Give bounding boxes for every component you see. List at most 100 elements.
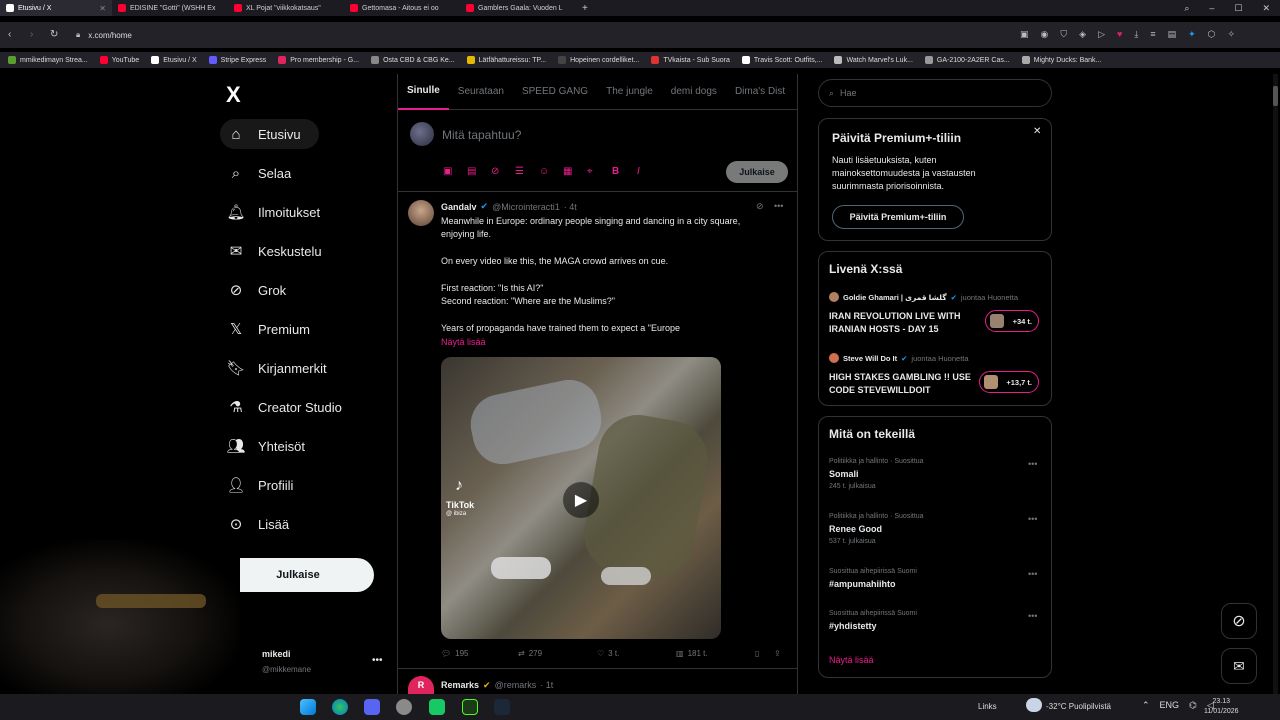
search-icon[interactable]: ⌕ (1184, 3, 1189, 14)
nav-creator-studio[interactable]: ⚗ Creator Studio (220, 392, 342, 422)
close-tab-icon[interactable]: ✕ (99, 4, 106, 13)
messages-drawer-icon[interactable]: ✉ (1221, 648, 1257, 684)
repost-button[interactable]: ⇄ 279 (518, 649, 542, 658)
gif-icon[interactable]: ▤ (467, 166, 476, 177)
avatar[interactable] (410, 122, 434, 146)
compose-input[interactable]: Mitä tapahtuu? (442, 128, 521, 142)
bookmark-item[interactable]: mmikedimayn Strea... (8, 56, 88, 64)
bookmark-item[interactable]: Watch Marvel's Luk... (834, 56, 913, 64)
play-icon[interactable]: ▷ (1098, 29, 1105, 40)
app-icon[interactable] (396, 699, 412, 715)
browser-tab[interactable]: Etusivu / X ✕ (0, 0, 112, 16)
nav-bookmarks[interactable]: 🔖︎ Kirjanmerkit (220, 353, 326, 383)
maximize-icon[interactable]: ☐ (1234, 3, 1242, 14)
extension-icon[interactable]: ◈ (1079, 29, 1086, 40)
extension-icon[interactable]: ▣ (1020, 29, 1029, 40)
browser-tab[interactable]: Gamblers Gaala: Vuoden L (460, 0, 576, 16)
wallet-icon[interactable]: ▤ (1168, 29, 1177, 40)
emoji-icon[interactable]: ☺ (539, 166, 549, 177)
tweet-handle[interactable]: @Microinteracti1 (492, 202, 560, 212)
italic-icon[interactable]: I (637, 166, 640, 177)
show-more-link[interactable]: Näytä lisää (829, 655, 874, 665)
nav-messages[interactable]: ✉ Keskustelu (220, 236, 322, 266)
scrollbar[interactable] (1273, 74, 1278, 694)
bookmark-button[interactable]: ▯ (755, 649, 759, 658)
more-icon[interactable]: ••• (1028, 459, 1037, 469)
nav-home[interactable]: ⌂ Etusivu (220, 119, 319, 149)
avatar[interactable] (408, 200, 434, 226)
bookmark-item[interactable]: Etusivu / X (151, 56, 197, 64)
grok-icon[interactable]: ⊘ (491, 166, 499, 177)
views-button[interactable]: ▥ 181 t. (676, 649, 708, 658)
bookmark-item[interactable]: Mighty Ducks: Bank... (1021, 56, 1101, 64)
minimize-icon[interactable]: – (1209, 3, 1214, 14)
location-icon[interactable]: ⌖ (587, 166, 593, 177)
like-button[interactable]: ♡ 3 t. (597, 649, 619, 658)
scrollbar-thumb[interactable] (1273, 86, 1278, 106)
tab-list[interactable]: The jungle (597, 74, 662, 110)
weather-text[interactable]: -32°C Puolipilvistä (1046, 702, 1111, 711)
tweet-author[interactable]: Remarks (441, 680, 479, 691)
image-icon[interactable]: ▣ (443, 166, 452, 177)
heart-icon[interactable]: ♥ (1117, 29, 1122, 40)
close-icon[interactable]: ✕ (1033, 126, 1041, 137)
live-host[interactable]: Goldie Ghamari | گلشا قمری ✔ juontaa Huo… (829, 292, 1018, 302)
bookmark-item[interactable]: Osta CBD & CBG Ke... (371, 56, 455, 64)
grok-icon[interactable]: ⊘ (1221, 603, 1257, 639)
tab-list[interactable]: demi dogs (662, 74, 726, 110)
more-icon[interactable]: ••• (1028, 514, 1037, 524)
tweet-video[interactable]: ▶ ♪ TikTok @ ibiza (441, 357, 721, 639)
app-icon[interactable] (429, 699, 445, 715)
download-icon[interactable]: ⤓ (1134, 29, 1138, 40)
tab-list[interactable]: SPEED GANG (513, 74, 597, 110)
browser-tab[interactable]: Gettomasa - Aitous ei oo (344, 0, 460, 16)
browser-tab[interactable]: EDISINE "Gotti" (WSHH Ex (112, 0, 228, 16)
live-listener-count[interactable]: +13,7 t. (979, 371, 1039, 393)
camera-icon[interactable]: ◉ (1041, 29, 1049, 40)
bookmark-item[interactable]: Hopeinen cordelliket... (558, 56, 639, 64)
reload-icon[interactable]: ↻ (50, 29, 58, 40)
discord-icon[interactable] (364, 699, 380, 715)
show-more-link[interactable]: Näytä lisää (441, 336, 486, 349)
trend-item[interactable]: Politiikka ja hallinto · Suosittua Renee… (829, 513, 924, 545)
live-listener-count[interactable]: +34 t. (985, 310, 1039, 332)
back-icon[interactable]: ‹ (8, 29, 11, 40)
nav-grok[interactable]: ⊘ Grok (220, 275, 286, 305)
post-button[interactable]: Julkaise (222, 558, 374, 592)
edge-icon[interactable] (332, 699, 348, 715)
clock[interactable]: 23.13 11/01/2026 (1204, 697, 1239, 717)
search-input[interactable]: ⌕ Hae (818, 79, 1052, 107)
tweet-handle[interactable]: @remarks (495, 680, 537, 691)
windows-start-icon[interactable] (300, 699, 316, 715)
trend-item[interactable]: Suosittua aihepiirissä Suomi #ampumahiih… (829, 568, 917, 589)
play-icon[interactable]: ▶ (563, 482, 599, 518)
poll-icon[interactable]: ☰ (515, 166, 524, 177)
nav-more[interactable]: ⊙ Lisää (220, 509, 289, 539)
network-icon[interactable]: ⌬ (1189, 700, 1197, 711)
bookmark-item[interactable]: Stripe Express (208, 56, 266, 64)
nav-profile[interactable]: 👤︎ Profiili (220, 470, 293, 500)
extension-icon[interactable]: ✦ (1188, 29, 1196, 40)
live-title-text[interactable]: HIGH STAKES GAMBLING !! USE CODE STEVEWI… (829, 371, 979, 397)
more-icon[interactable]: ••• (1028, 569, 1037, 579)
bold-icon[interactable]: B (612, 166, 619, 177)
kick-icon[interactable] (462, 699, 478, 715)
nav-notifications[interactable]: 🔔︎ Ilmoitukset (220, 197, 320, 227)
upgrade-button[interactable]: Päivitä Premium+-tiliin (832, 205, 964, 229)
links-toolbar[interactable]: Links (978, 702, 997, 711)
live-title-text[interactable]: IRAN REVOLUTION LIVE WITH IRANIAN HOSTS … (829, 310, 979, 336)
tab-following[interactable]: Seurataan (449, 74, 513, 110)
reply-button[interactable]: 💬︎ 195 (441, 649, 469, 658)
bookmark-item[interactable]: GA-2100-2A2ER Cas... (924, 56, 1010, 64)
shield-icon[interactable]: ⛉ (1060, 29, 1067, 40)
tab-list[interactable]: Dima's Dist (726, 74, 794, 110)
bookmark-item[interactable]: YouTube (99, 56, 139, 64)
steam-icon[interactable] (494, 699, 510, 715)
browser-tab[interactable]: XL Pojat "viikkokatsaus" (228, 0, 344, 16)
nav-communities[interactable]: 👥︎ Yhteisöt (220, 431, 305, 461)
schedule-icon[interactable]: ▦ (563, 166, 572, 177)
menu-icon[interactable]: ≡ (1150, 29, 1155, 40)
nav-premium[interactable]: 𝕏 Premium (220, 314, 310, 344)
forward-icon[interactable]: › (30, 29, 33, 40)
account-menu-icon[interactable]: ••• (372, 655, 383, 666)
